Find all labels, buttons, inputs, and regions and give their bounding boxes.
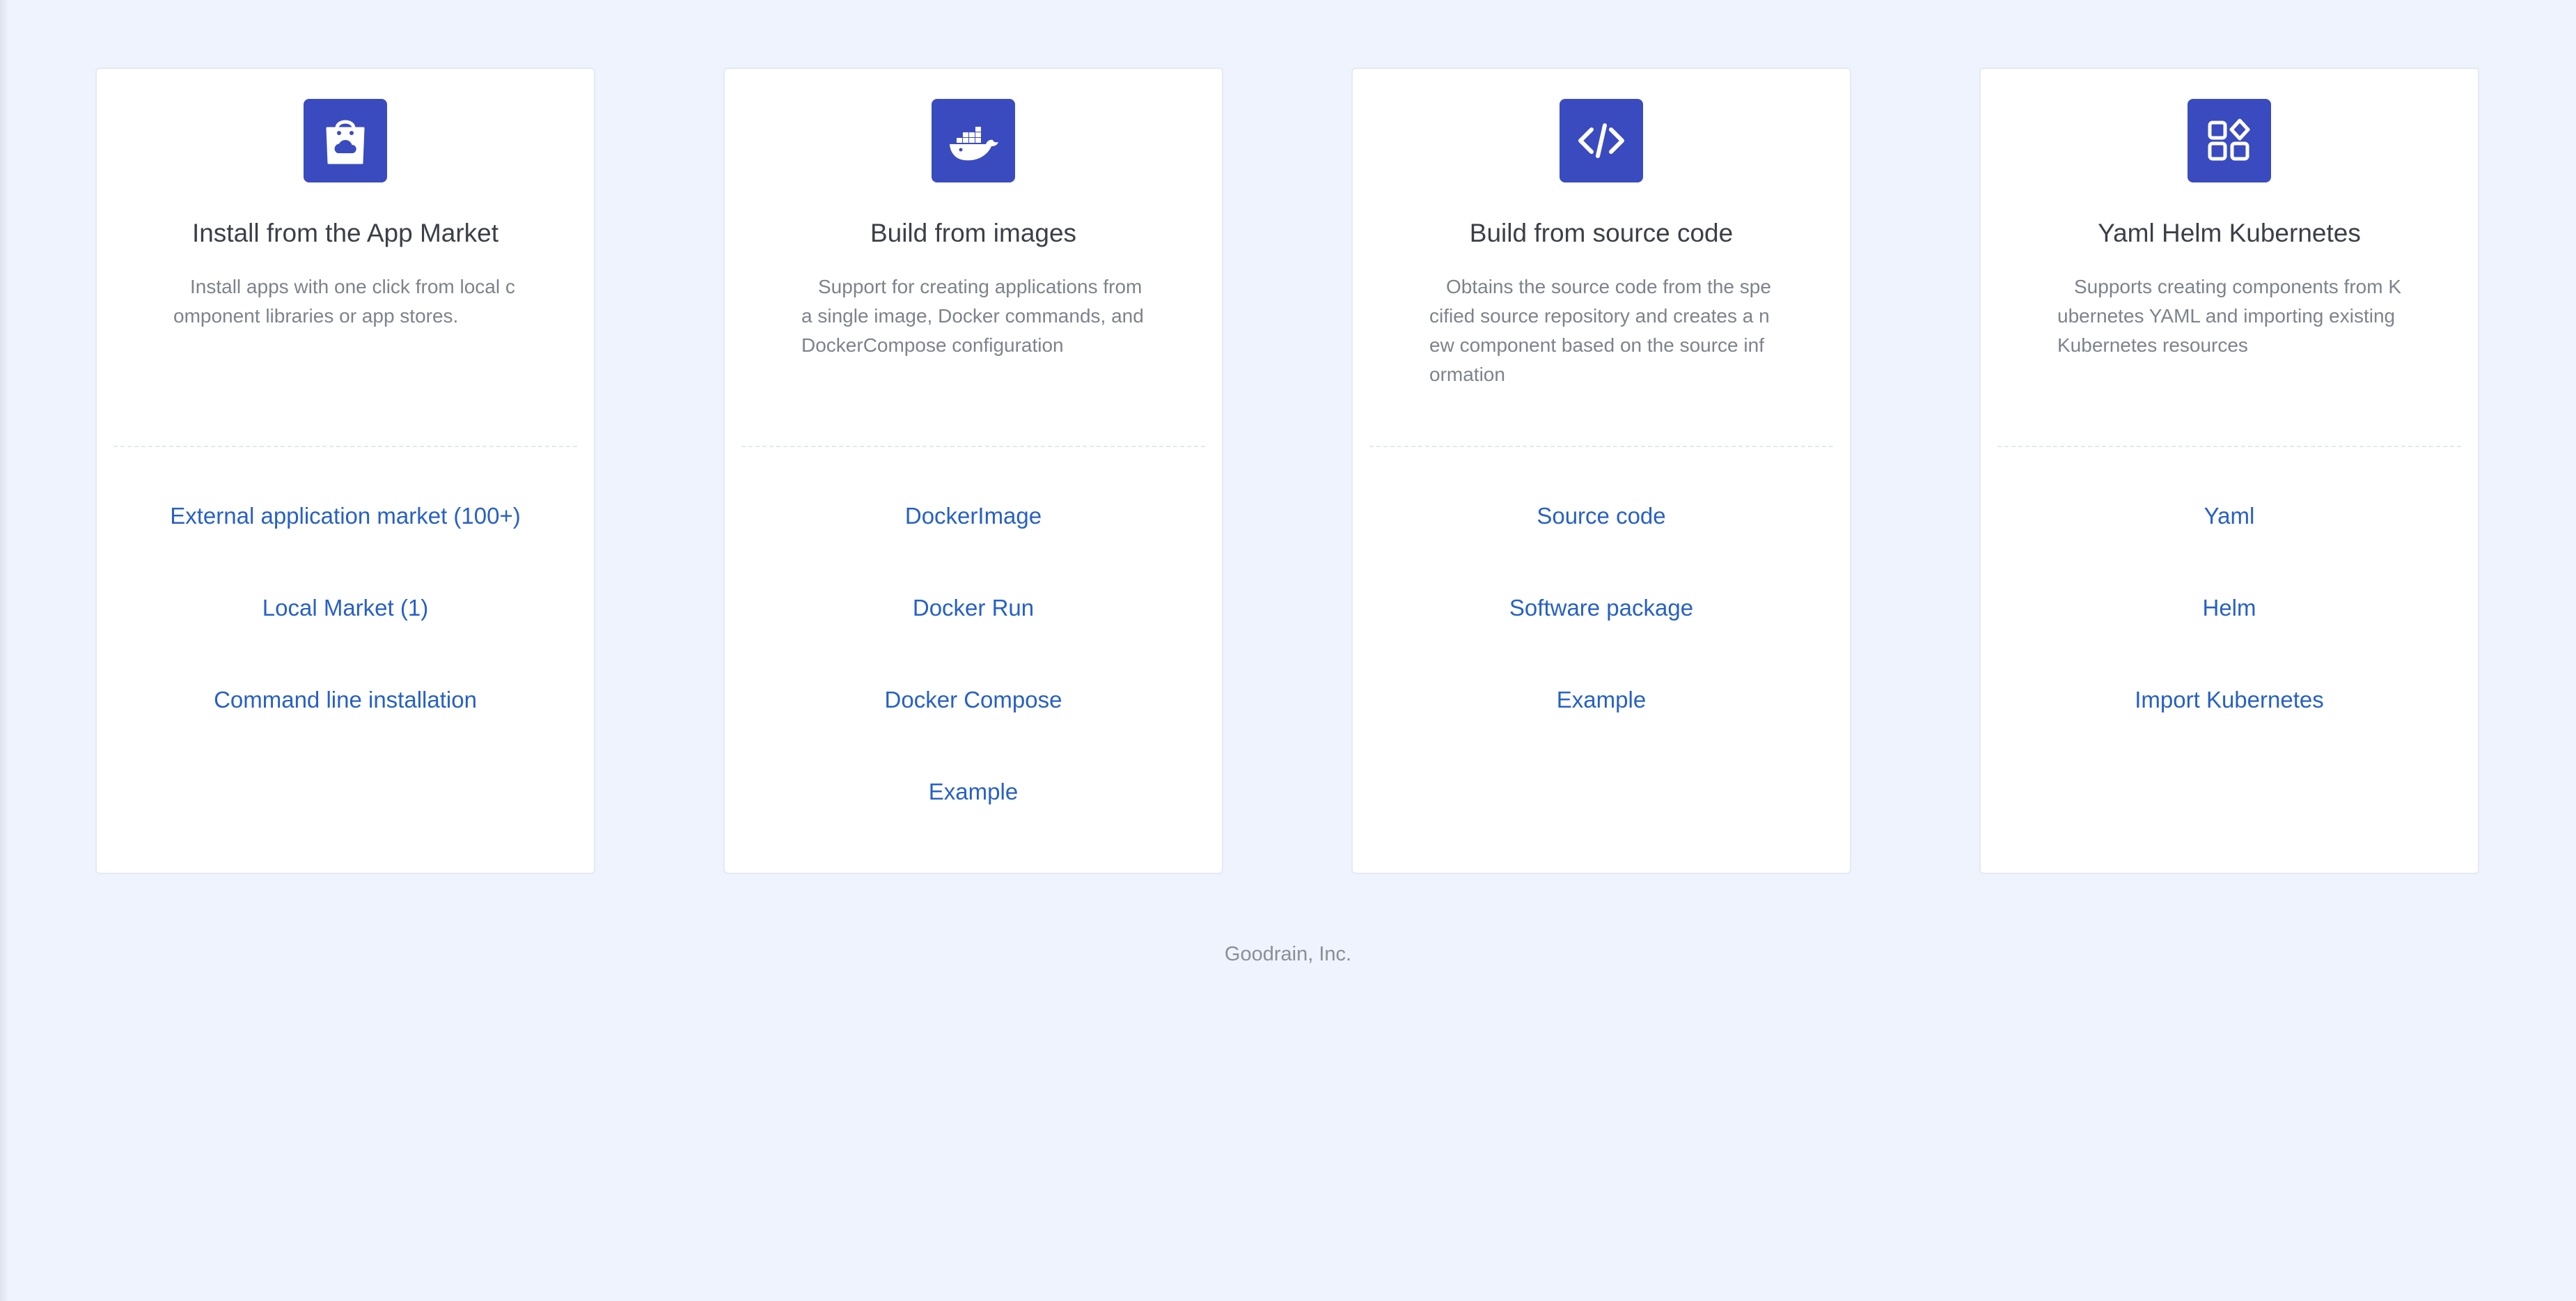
card-build-from-images: Build from images Support for creating a…: [723, 68, 1223, 874]
link-example[interactable]: Example: [1353, 685, 1850, 715]
card-description: Support for creating applications from a…: [801, 276, 1144, 356]
card-app-market: Install from the App Market Install apps…: [95, 68, 595, 874]
card-description: Obtains the source code from the specifi…: [1429, 276, 1771, 385]
code-brackets-icon: [1560, 99, 1643, 182]
link-external-app-market[interactable]: External application market (100+): [97, 501, 594, 531]
card-title: Build from images: [870, 219, 1077, 247]
divider: [113, 446, 577, 447]
card-title: Install from the App Market: [191, 219, 499, 247]
card-title: Yaml Helm Kubernetes: [2098, 219, 2361, 247]
page: Install from the App Market Install apps…: [0, 0, 2576, 1301]
link-yaml[interactable]: Yaml: [1981, 501, 2478, 531]
card-description: Supports creating components from Kubern…: [2057, 276, 2402, 356]
footer-copyright: Goodrain, Inc.: [1224, 943, 1352, 965]
card-links: DockerImage Docker Run Docker Compose Ex…: [725, 501, 1222, 868]
link-source-code[interactable]: Source code: [1353, 501, 1850, 531]
link-docker-run[interactable]: Docker Run: [725, 593, 1222, 623]
link-helm[interactable]: Helm: [1981, 593, 2478, 623]
left-edge-shadow: [0, 0, 8, 1301]
card-links: Yaml Helm Import Kubernetes: [1981, 501, 2478, 777]
card-title: Build from source code: [1469, 219, 1734, 247]
divider: [741, 446, 1205, 447]
card-build-from-source: Build from source code Obtains the sourc…: [1351, 68, 1851, 874]
card-description: Install apps with one click from local c…: [173, 276, 515, 327]
card-yaml-helm-kubernetes: Yaml Helm Kubernetes Supports creating c…: [1979, 68, 2479, 874]
divider: [1997, 446, 2461, 447]
link-command-line-installation[interactable]: Command line installation: [97, 685, 594, 715]
link-docker-compose[interactable]: Docker Compose: [725, 685, 1222, 715]
docker-whale-icon: [932, 99, 1015, 182]
link-software-package[interactable]: Software package: [1353, 593, 1850, 623]
shopping-bag-cloud-icon: [304, 99, 387, 182]
link-local-market[interactable]: Local Market (1): [97, 593, 594, 623]
link-import-kubernetes[interactable]: Import Kubernetes: [1981, 685, 2478, 715]
link-example[interactable]: Example: [725, 777, 1222, 807]
app-grid-icon: [2188, 99, 2271, 182]
card-links: External application market (100+) Local…: [97, 501, 594, 777]
card-links: Source code Software package Example: [1353, 501, 1850, 777]
link-docker-image[interactable]: DockerImage: [725, 501, 1222, 531]
divider: [1369, 446, 1833, 447]
